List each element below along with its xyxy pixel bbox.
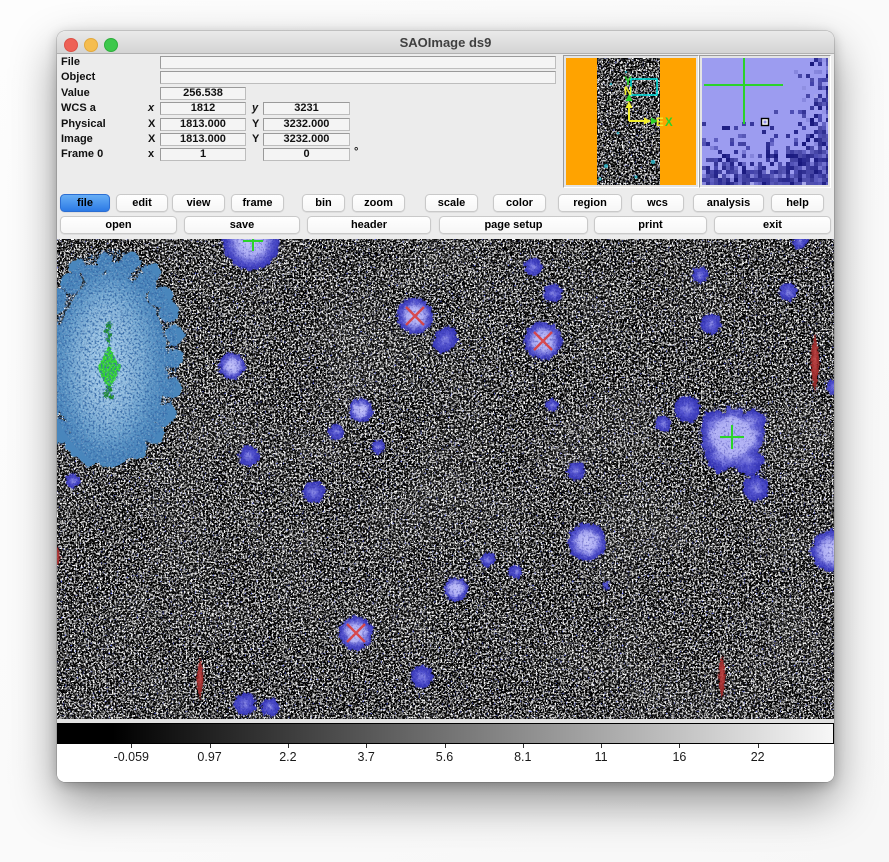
image-x-field[interactable]: 1813.000 [160, 133, 246, 146]
info-label-frame-0: Frame 0 [61, 148, 103, 160]
menu-button-scale[interactable]: scale [425, 194, 478, 212]
menu-button-edit[interactable]: edit [116, 194, 168, 212]
menu-row-2: open save header page setup print exit [57, 216, 834, 234]
menu-button-exit[interactable]: exit [714, 216, 831, 234]
frame-0-x-label: x [148, 148, 154, 160]
compass-x-label: X [665, 117, 673, 129]
wcs-a-x-label: x [148, 102, 154, 114]
info-panel: File Object Value 256.538 WCS a x 1812 y 3231 Phy… [57, 54, 834, 192]
colorbar-tick [131, 744, 132, 748]
panner-panel[interactable]: YNEX [563, 55, 699, 188]
menu-button-zoom[interactable]: zoom [352, 194, 405, 212]
astronomy-image [57, 239, 834, 719]
colorbar-tick [288, 744, 289, 748]
file-field[interactable] [160, 56, 556, 69]
colorbar-tick-label: 3.7 [357, 750, 374, 764]
colorbar-tick-label: 8.1 [514, 750, 531, 764]
colorbar-tick [210, 744, 211, 748]
info-label-physical: Physical [61, 118, 106, 130]
physical-y-label: Y [252, 118, 259, 130]
compass-e-label: E [656, 117, 664, 129]
info-label-wcs-a: WCS a [61, 102, 96, 114]
magnifier-cursor-box [762, 119, 769, 126]
magnifier-view [702, 58, 828, 185]
colorbar-tick-label: 11 [595, 750, 608, 764]
physical-x-label: X [148, 118, 155, 130]
colorbar-tick-label: 22 [751, 750, 765, 764]
wcs-a-y-field[interactable]: 3231 [263, 102, 350, 115]
window-title: SAOImage ds9 [57, 31, 834, 53]
menu-button-save[interactable]: save [184, 216, 300, 234]
menu-button-file[interactable]: file [60, 194, 110, 212]
menu-button-region[interactable]: region [558, 194, 622, 212]
colorbar-tick [366, 744, 367, 748]
colorbar-tick-label: 5.6 [436, 750, 453, 764]
menu-button-print[interactable]: print [594, 216, 707, 234]
degree-symbol: ° [354, 146, 358, 158]
physical-x-field[interactable]: 1813.000 [160, 118, 246, 131]
menu-button-header[interactable]: header [307, 216, 431, 234]
titlebar: SAOImage ds9 [57, 31, 834, 54]
menu-button-page-setup[interactable]: page setup [439, 216, 588, 234]
colorbar-tick [679, 744, 680, 748]
menu-row-1: file editview frame binzoom scale color region… [57, 194, 834, 212]
ds9-window: SAOImage ds9 File Object Value 256.538 WCS a… [57, 31, 834, 782]
colorbar-tick [601, 744, 602, 748]
compass-n-label: N [624, 86, 632, 98]
info-label-object: Object [61, 71, 95, 83]
menu-button-help[interactable]: help [771, 194, 824, 212]
colorbar-area: -0.059 0.97 2.2 3.7 5.6 8.1 11 16 22 [57, 719, 834, 782]
info-label-value: Value [61, 87, 90, 99]
menu-button-view[interactable]: view [172, 194, 225, 212]
colorbar-tick [523, 744, 524, 748]
info-label-file: File [61, 56, 80, 68]
value-field[interactable]: 256.538 [160, 87, 246, 100]
colorbar-gradient[interactable] [57, 723, 834, 744]
colorbar-tick [758, 744, 759, 748]
panner-view: YNEX [566, 58, 696, 185]
colorbar-tick-label: 0.97 [197, 750, 221, 764]
menu-button-open[interactable]: open [60, 216, 177, 234]
wcs-a-y-label: y [252, 102, 258, 114]
object-field[interactable] [160, 71, 556, 84]
frame-0-y-field[interactable]: 0 [263, 148, 350, 161]
colorbar-tick [445, 744, 446, 748]
frame-0-x-field[interactable]: 1 [160, 148, 246, 161]
image-x-label: X [148, 133, 155, 145]
image-canvas[interactable] [57, 239, 834, 719]
image-y-label: Y [252, 133, 259, 145]
wcs-a-x-field[interactable]: 1812 [160, 102, 246, 115]
colorbar-tick-label: 2.2 [279, 750, 296, 764]
colorbar-tick-label: -0.059 [114, 750, 149, 764]
menu-button-wcs[interactable]: wcs [631, 194, 684, 212]
magnifier-panel[interactable] [699, 55, 831, 188]
colorbar-tick-label: 16 [672, 750, 686, 764]
menu-button-color[interactable]: color [493, 194, 546, 212]
physical-y-field[interactable]: 3232.000 [263, 118, 350, 131]
menu-button-bin[interactable]: bin [302, 194, 345, 212]
desktop-background: SAOImage ds9 File Object Value 256.538 WCS a… [0, 0, 889, 862]
menu-button-analysis[interactable]: analysis [693, 194, 764, 212]
image-y-field[interactable]: 3232.000 [263, 133, 350, 146]
info-label-image: Image [61, 133, 93, 145]
menu-button-frame[interactable]: frame [231, 194, 284, 212]
